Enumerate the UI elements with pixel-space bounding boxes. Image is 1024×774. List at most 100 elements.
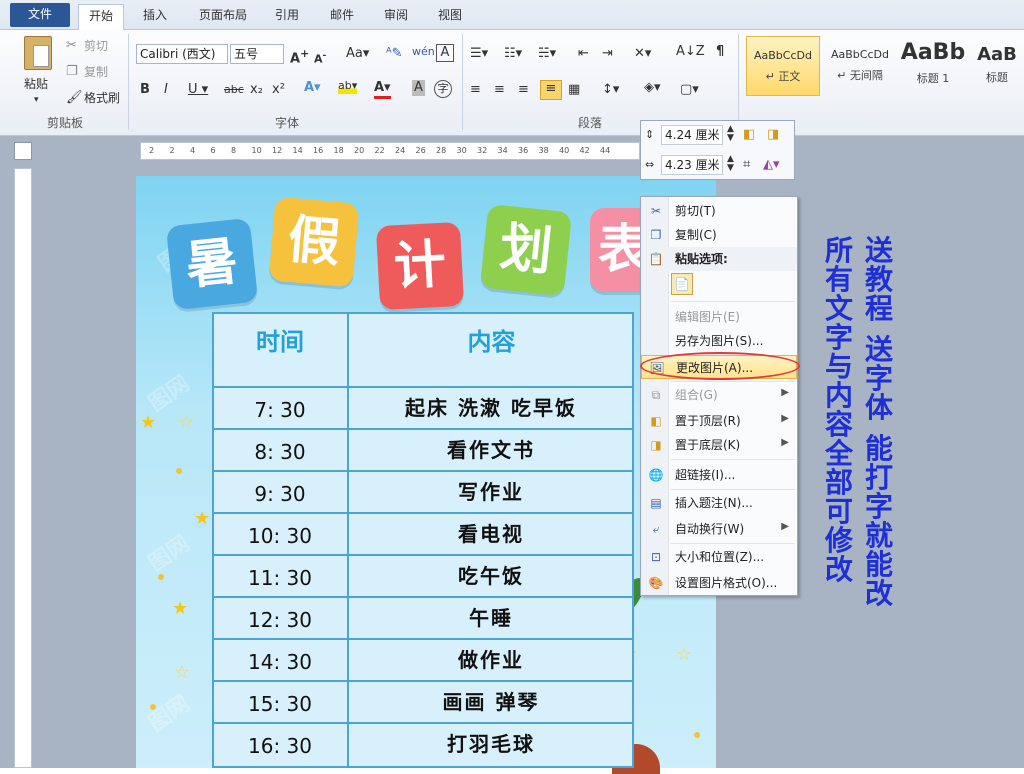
font-size-select[interactable]: 五号	[230, 44, 284, 64]
menu-item-hyperlink[interactable]: 🌐 超链接(I)...	[641, 463, 797, 487]
bullets-icon[interactable]: ☰▾	[470, 46, 488, 62]
menu-item-wrap-text[interactable]: ⤶ 自动换行(W) ▶	[641, 517, 797, 541]
borders-icon[interactable]: ▢▾	[680, 82, 699, 98]
numbering-icon[interactable]: ☷▾	[504, 46, 522, 62]
width-input[interactable]: 4.23 厘米	[661, 155, 723, 175]
crop-icon[interactable]: ⌗	[743, 157, 750, 173]
italic-icon[interactable]: I	[164, 82, 168, 98]
tab-view[interactable]: 视图	[428, 4, 472, 30]
table-row[interactable]: 7: 30 起床 洗漱 吃早饭	[212, 386, 634, 428]
content-cell: 画画 弹琴	[442, 690, 540, 714]
menu-item-size-position[interactable]: ⊡ 大小和位置(Z)...	[641, 545, 797, 569]
table-row[interactable]: 11: 30 吃午饭	[212, 554, 634, 596]
table-row[interactable]: 12: 30 午睡	[212, 596, 634, 638]
enclose-char-icon[interactable]: 字	[434, 80, 452, 98]
highlight-icon[interactable]: ab▾	[338, 78, 358, 94]
distribute-icon[interactable]: ▦	[568, 82, 580, 98]
change-case-icon[interactable]: Aa▾	[346, 46, 369, 62]
table-row[interactable]: 8: 30 看作文书	[212, 428, 634, 470]
increase-indent-icon[interactable]: ⇥	[602, 46, 613, 62]
time-cell: 8: 30	[254, 440, 306, 464]
clear-format-icon[interactable]: ᴬ✎	[386, 46, 403, 62]
align-center-icon[interactable]: ≡	[494, 82, 505, 98]
promo-char: 与	[824, 350, 853, 383]
tab-file[interactable]: 文件	[10, 3, 70, 27]
ruler-tick-label: 24	[395, 146, 406, 155]
paste-picture-button[interactable]: 📄	[671, 273, 693, 295]
format-painter-button[interactable]: 格式刷	[84, 90, 120, 106]
shading-icon[interactable]: ◈▾	[644, 80, 661, 96]
table-row[interactable]: 15: 30 画画 弹琴	[212, 680, 634, 722]
subscript-icon[interactable]: x₂	[250, 82, 263, 98]
decrease-indent-icon[interactable]: ⇤	[578, 46, 589, 62]
tab-selector[interactable]	[14, 142, 32, 160]
tab-page-layout[interactable]: 页面布局	[188, 4, 258, 30]
bold-icon[interactable]: B	[140, 82, 150, 98]
menu-item-send-to-back[interactable]: ◨ 置于底层(K) ▶	[641, 433, 797, 457]
menu-item-copy[interactable]: ❐ 复制(C)	[641, 223, 797, 247]
dot-decoration	[694, 732, 700, 738]
paste-icon	[24, 36, 52, 70]
menu-item-format-picture[interactable]: 🎨 设置图片格式(O)...	[641, 571, 797, 595]
tab-references[interactable]: 引用	[265, 4, 309, 30]
phonetic-guide-icon[interactable]: wén	[412, 44, 435, 60]
table-row[interactable]: 14: 30 做作业	[212, 638, 634, 680]
multilevel-list-icon[interactable]: ☵▾	[538, 46, 556, 62]
paste-button[interactable]: 粘贴 ▾	[18, 34, 58, 106]
time-cell: 16: 30	[248, 734, 312, 758]
cut-button[interactable]: 剪切	[84, 38, 108, 54]
menu-item-cut[interactable]: ✂ 剪切(T)	[641, 199, 797, 223]
table-row[interactable]: 16: 30 打羽毛球	[212, 722, 634, 764]
tab-review[interactable]: 审阅	[374, 4, 418, 30]
shrink-font-icon[interactable]: A-	[314, 48, 326, 68]
underline-icon[interactable]: U ▾	[188, 82, 208, 98]
style-heading-1[interactable]: AaBb 标题 1	[898, 36, 968, 96]
shape-styles-icon[interactable]: ◭▾	[763, 157, 780, 173]
tab-home[interactable]: 开始	[78, 4, 124, 31]
promo-char: 修	[824, 524, 853, 557]
grow-font-icon[interactable]: A+	[290, 46, 309, 67]
tab-insert[interactable]: 插入	[130, 4, 180, 30]
char-border-icon[interactable]: A	[436, 44, 454, 62]
copy-button[interactable]: 复制	[84, 64, 108, 80]
style-title[interactable]: AaB 标题	[972, 36, 1022, 96]
promo-char: 改	[864, 577, 893, 610]
align-left-icon[interactable]: ≡	[470, 82, 481, 98]
send-backward-icon[interactable]: ◨	[767, 127, 779, 143]
show-marks-icon[interactable]: ¶	[716, 44, 724, 60]
char-shading-icon[interactable]: A	[412, 80, 425, 96]
width-spinner[interactable]: ▲ ▼	[727, 155, 734, 173]
table-row[interactable]: 9: 30 写作业	[212, 470, 634, 512]
sort-icon[interactable]: A↓Z	[676, 44, 705, 60]
promo-char: 字	[864, 490, 893, 523]
chinese-layout-icon[interactable]: ✕▾	[634, 46, 651, 62]
text-effects-icon[interactable]: A▾	[304, 80, 321, 96]
justify-icon[interactable]: ≡	[540, 80, 562, 100]
ruler-tick-label: 38	[538, 146, 549, 155]
tab-mailings[interactable]: 邮件	[320, 4, 364, 30]
style-sample: AaBbCcDd	[831, 48, 889, 61]
height-input[interactable]: 4.24 厘米	[661, 125, 723, 145]
horizontal-ruler[interactable]: 2 2 4 6 8 10 12 14 16 18 20 22 24 26 28 30 32 34 36 38 40 42 4…	[140, 142, 640, 160]
menu-item-save-as-picture[interactable]: 另存为图片(S)...	[641, 329, 797, 353]
menu-item-bring-to-front[interactable]: ◧ 置于顶层(R) ▶	[641, 409, 797, 433]
ruler-tick-label: 10	[251, 146, 262, 155]
menu-item-insert-caption[interactable]: ▤ 插入题注(N)...	[641, 491, 797, 515]
align-right-icon[interactable]: ≡	[518, 82, 529, 98]
header-time[interactable]: 时间	[212, 312, 348, 388]
ruler-tick-label: 22	[374, 146, 385, 155]
style-no-spacing[interactable]: AaBbCcDd ↵ 无间隔	[824, 36, 896, 96]
table-row[interactable]: 10: 30 看电视	[212, 512, 634, 554]
font-color-icon[interactable]: A▾	[374, 80, 391, 99]
bring-forward-icon[interactable]: ◧	[743, 127, 755, 143]
header-content[interactable]: 内容	[349, 312, 634, 388]
strikethrough-icon[interactable]: abc	[224, 82, 244, 98]
font-name-select[interactable]: Calibri (西文)	[136, 44, 228, 64]
superscript-icon[interactable]: x²	[272, 82, 285, 98]
vertical-ruler[interactable]	[14, 168, 32, 768]
height-spinner[interactable]: ▲ ▼	[727, 125, 734, 143]
menu-separator	[671, 489, 795, 490]
line-spacing-icon[interactable]: ↕▾	[602, 82, 619, 98]
promo-char: 体	[864, 391, 893, 424]
style-normal[interactable]: AaBbCcDd ↵ 正文	[746, 36, 820, 96]
